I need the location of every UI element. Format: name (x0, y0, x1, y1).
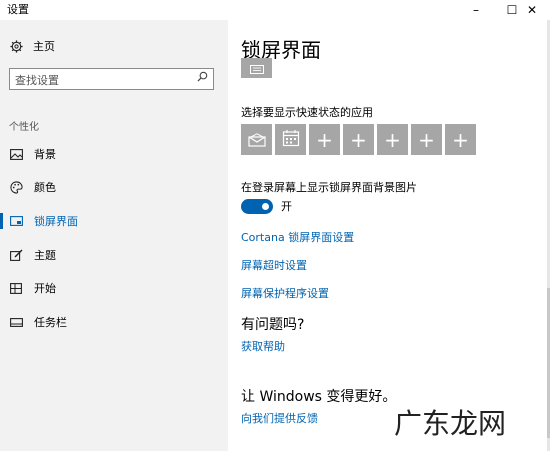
quick-status-tile-add[interactable]: + (309, 124, 340, 155)
gear-icon (9, 39, 23, 53)
sidebar-item-colors[interactable]: 颜色 (0, 173, 228, 201)
plus-icon: + (452, 127, 469, 152)
mail-icon (247, 130, 266, 150)
quick-status-tile-mail[interactable] (241, 124, 272, 155)
title-bar: 设置 – ☐ ✕ (0, 0, 551, 20)
sidebar-item-start[interactable]: 开始 (0, 274, 228, 302)
quick-status-label: 选择要显示快速状态的应用 (241, 106, 373, 119)
lock-screen-icon (9, 214, 23, 228)
start-icon (9, 281, 23, 295)
sidebar-item-background[interactable]: 背景 (0, 140, 228, 168)
plus-icon: + (350, 127, 367, 152)
search-box[interactable] (9, 68, 214, 91)
quick-status-tile-calendar[interactable] (275, 124, 306, 155)
sidebar-item-lock-screen[interactable]: 锁屏界面 (0, 207, 228, 235)
plus-icon: + (384, 127, 401, 152)
plus-icon: + (316, 127, 333, 152)
sidebar-item-label: 颜色 (34, 181, 56, 194)
scrollbar[interactable] (547, 20, 550, 451)
lock-screen-preview (241, 58, 272, 78)
nav-group-label: 个性化 (9, 122, 39, 133)
toggle-knob (262, 202, 269, 210)
sidebar-item-label: 主题 (34, 249, 56, 262)
quick-status-tile-add[interactable]: + (445, 124, 476, 155)
quick-status-tile-add[interactable]: + (343, 124, 374, 155)
sidebar-item-label: 背景 (34, 148, 56, 161)
content-pane: 锁屏界面 选择要显示快速状态的应用 + + + + + 在登录屏幕上显示锁屏界面… (228, 20, 551, 451)
cortana-settings-link[interactable]: Cortana 锁屏界面设置 (241, 229, 354, 245)
window-title: 设置 (7, 3, 29, 16)
feedback-link[interactable]: 向我们提供反馈 (241, 410, 318, 426)
palette-icon (9, 180, 23, 194)
sidebar-item-themes[interactable]: 主题 (0, 241, 228, 269)
get-help-link[interactable]: 获取帮助 (241, 338, 285, 354)
quick-status-tile-add[interactable]: + (377, 124, 408, 155)
sidebar-home-label: 主页 (33, 40, 55, 53)
minimize-button[interactable]: – (458, 0, 494, 20)
sidebar-item-label: 任务栏 (34, 316, 67, 329)
close-button[interactable]: ✕ (514, 0, 550, 20)
feedback-heading: 让 Windows 变得更好。 (241, 389, 397, 405)
signin-background-toggle-row: 开 (241, 198, 292, 214)
watermark: 广东龙网 (394, 407, 507, 440)
search-icon[interactable] (197, 71, 208, 85)
scrollbar-thumb[interactable] (547, 288, 550, 438)
sidebar-item-label: 锁屏界面 (34, 215, 78, 228)
sidebar-item-taskbar[interactable]: 任务栏 (0, 308, 228, 336)
brush-icon (9, 248, 23, 262)
signin-background-toggle[interactable] (241, 198, 273, 214)
picture-icon (9, 147, 23, 161)
screen-timeout-link[interactable]: 屏幕超时设置 (241, 257, 307, 273)
question-heading: 有问题吗? (241, 317, 305, 333)
sidebar-item-home[interactable]: 主页 (9, 36, 55, 56)
search-input[interactable] (10, 70, 190, 91)
sidebar: 主页 个性化 背景 颜色 锁屏界面 主题 开始 (0, 20, 228, 451)
toggle-state-label: 开 (281, 200, 292, 213)
quick-status-tile-add[interactable]: + (411, 124, 442, 155)
keyboard-icon (249, 59, 264, 78)
signin-background-label: 在登录屏幕上显示锁屏界面背景图片 (241, 181, 417, 194)
screen-saver-link[interactable]: 屏幕保护程序设置 (241, 285, 329, 301)
sidebar-item-label: 开始 (34, 282, 56, 295)
active-indicator (0, 213, 3, 229)
calendar-icon (282, 129, 300, 150)
plus-icon: + (418, 127, 435, 152)
taskbar-icon (9, 315, 23, 329)
quick-status-tiles: + + + + + (241, 124, 476, 155)
